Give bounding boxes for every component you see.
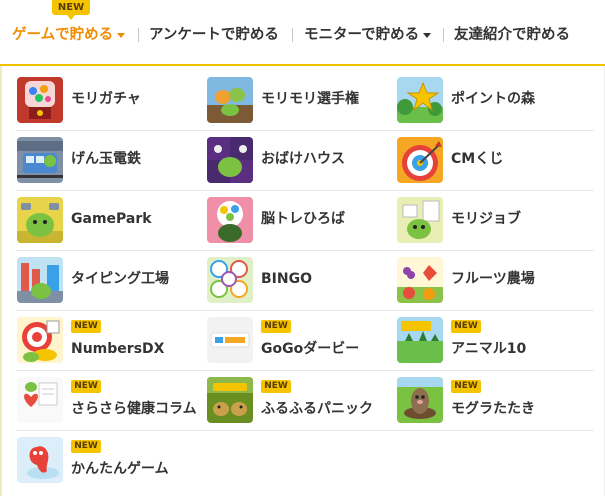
game-item-brain-training[interactable]: 脳トレひろば xyxy=(207,197,389,249)
game-label: タイピング工場 xyxy=(71,271,169,287)
easy-game-icon xyxy=(17,437,63,483)
chevron-down-icon xyxy=(117,32,126,38)
nav-divider xyxy=(292,28,293,42)
game-label: NumbersDX xyxy=(71,341,165,357)
nav-monitor[interactable]: モニターで貯める xyxy=(304,25,432,45)
new-badge: NEW xyxy=(451,380,481,393)
game-item-morimori-championship[interactable]: モリモリ選手権 xyxy=(207,77,389,129)
train-icon xyxy=(17,137,63,183)
row-divider xyxy=(16,310,594,311)
game-label: ポイントの森 xyxy=(451,91,535,107)
new-badge: NEW xyxy=(71,320,101,333)
category-nav: NEW ゲームで貯める アンケートで貯める モニターで貯める 友達紹介で貯める xyxy=(0,0,605,64)
derby-icon xyxy=(207,317,253,363)
game-item-fruit-farm[interactable]: フルーツ農場 xyxy=(397,257,579,309)
game-item-ghost-house[interactable]: おばけハウス xyxy=(207,137,389,189)
nav-monitor-label: モニターで貯める xyxy=(304,27,420,43)
nav-divider xyxy=(138,28,139,42)
game-label: BINGO xyxy=(261,271,312,287)
row-divider xyxy=(16,190,594,191)
game-label: 脳トレひろば xyxy=(261,211,345,227)
new-badge: NEW xyxy=(261,320,291,333)
row-divider xyxy=(16,250,594,251)
row-divider xyxy=(16,370,594,371)
game-item-easy-game[interactable]: NEW かんたんゲーム xyxy=(17,437,199,489)
game-label: おばけハウス xyxy=(261,151,345,167)
nav-games-label: ゲームで貯める xyxy=(12,27,114,43)
row-divider xyxy=(16,130,594,131)
game-item-numbersdx[interactable]: NEW NumbersDX xyxy=(17,317,199,369)
new-badge: NEW xyxy=(71,440,101,453)
game-item-typing-factory[interactable]: タイピング工場 xyxy=(17,257,199,309)
game-label: モリジョブ xyxy=(451,211,521,227)
game-item-bingo[interactable]: BINGO xyxy=(207,257,389,309)
game-label: CMくじ xyxy=(451,151,504,167)
nav-referral-label: 友達紹介で貯める xyxy=(454,27,570,43)
game-label: フルーツ農場 xyxy=(451,271,535,287)
game-label: ふるふるパニック xyxy=(261,401,373,417)
nav-surveys-label: アンケートで貯める xyxy=(149,27,279,43)
championship-icon xyxy=(207,77,253,123)
game-item-gamepark[interactable]: GamePark xyxy=(17,197,199,249)
star-forest-icon xyxy=(397,77,443,123)
mole-icon xyxy=(397,377,443,423)
new-badge: NEW xyxy=(451,320,481,333)
game-item-furufuru-panic[interactable]: NEW ふるふるパニック xyxy=(207,377,389,429)
row-divider xyxy=(16,430,594,431)
game-label: GoGoダービー xyxy=(261,341,360,357)
game-item-point-forest[interactable]: ポイントの森 xyxy=(397,77,579,129)
game-label: モグラたたき xyxy=(451,401,535,417)
game-item-gogo-derby[interactable]: NEW GoGoダービー xyxy=(207,317,389,369)
game-label: アニマル10 xyxy=(451,341,527,357)
target-arrow-icon xyxy=(397,137,443,183)
bingo-balls-icon xyxy=(207,257,253,303)
nav-new-badge: NEW xyxy=(52,0,90,20)
animal-field-icon xyxy=(397,317,443,363)
chevron-down-icon xyxy=(423,32,432,38)
game-label: モリガチャ xyxy=(71,91,141,107)
game-label: モリモリ選手権 xyxy=(261,91,359,107)
brain-icon xyxy=(207,197,253,243)
nav-divider xyxy=(443,28,444,42)
ghost-house-icon xyxy=(207,137,253,183)
game-item-cm-kuji[interactable]: CMくじ xyxy=(397,137,579,189)
nav-referral[interactable]: 友達紹介で貯める xyxy=(454,25,570,45)
health-column-icon xyxy=(17,377,63,423)
panic-icon xyxy=(207,377,253,423)
game-item-health-column[interactable]: NEW さらさら健康コラム xyxy=(17,377,199,429)
nav-surveys[interactable]: アンケートで貯める xyxy=(149,25,279,45)
game-label: さらさら健康コラム xyxy=(71,401,197,417)
nav-games[interactable]: ゲームで貯める xyxy=(12,25,126,45)
fruit-icon xyxy=(397,257,443,303)
job-icon xyxy=(397,197,443,243)
game-item-animal10[interactable]: NEW アニマル10 xyxy=(397,317,579,369)
dartboard-icon xyxy=(17,317,63,363)
factory-icon xyxy=(17,257,63,303)
new-badge: NEW xyxy=(261,380,291,393)
gacha-machine-icon xyxy=(17,77,63,123)
game-item-mole-whack[interactable]: NEW モグラたたき xyxy=(397,377,579,429)
game-item-morigacha[interactable]: モリガチャ xyxy=(17,77,199,129)
new-badge: NEW xyxy=(71,380,101,393)
game-label: げん玉電鉄 xyxy=(71,151,141,167)
game-item-morijob[interactable]: モリジョブ xyxy=(397,197,579,249)
gamepark-icon xyxy=(17,197,63,243)
game-label: GamePark xyxy=(71,211,152,227)
game-label: かんたんゲーム xyxy=(71,461,169,477)
game-item-gendama-railway[interactable]: げん玉電鉄 xyxy=(17,137,199,189)
